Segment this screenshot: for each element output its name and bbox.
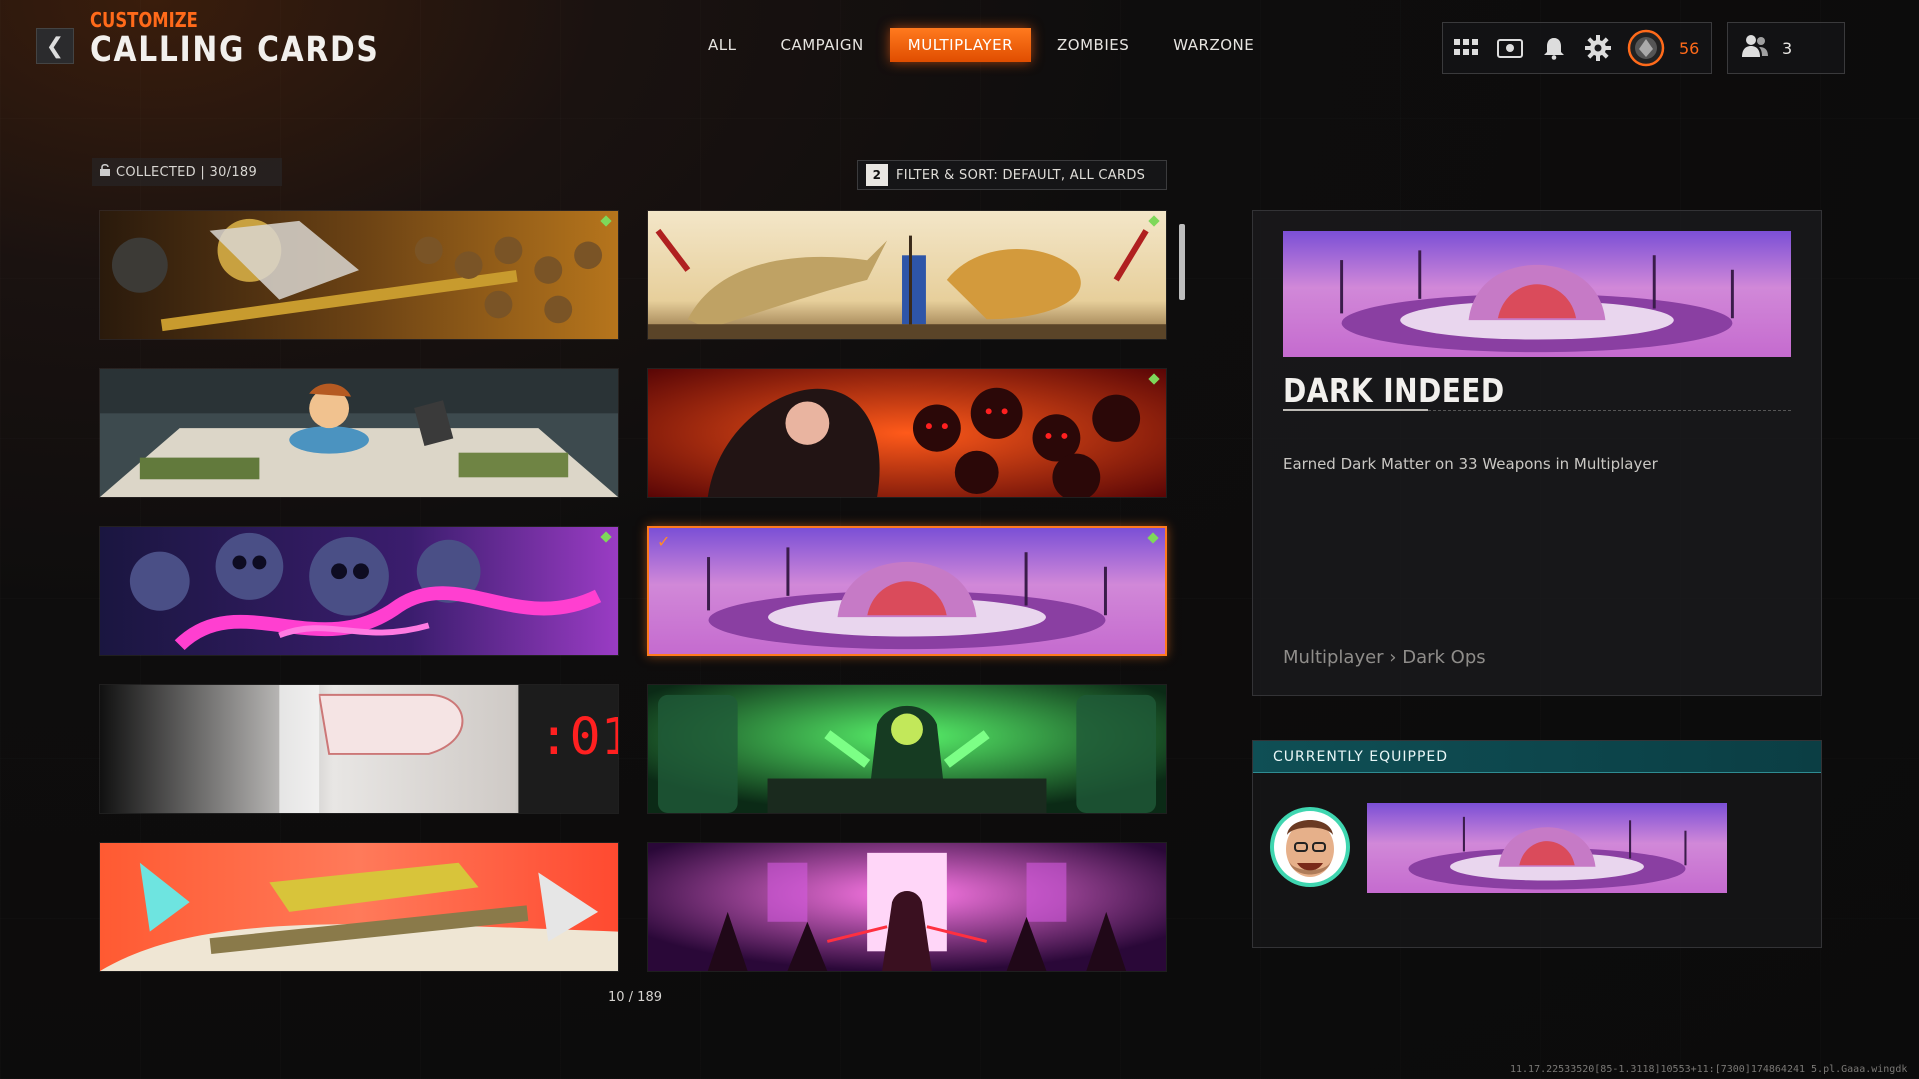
tab-zombies[interactable]: ZOMBIES: [1039, 28, 1147, 62]
lock-icon: [100, 163, 110, 180]
calling-card[interactable]: [647, 684, 1167, 814]
top-icon-bar: 56: [1442, 22, 1712, 74]
calling-card[interactable]: :01: [99, 684, 619, 814]
detail-card-name: DARK INDEED: [1283, 371, 1505, 410]
friends-count: 3: [1782, 38, 1793, 58]
card-art-neon-ninja: [648, 843, 1166, 971]
chevron-left-icon: ❮: [45, 33, 65, 59]
filter-label: FILTER & SORT: DEFAULT, ALL CARDS: [896, 167, 1146, 183]
tab-bar: ALL CAMPAIGN MULTIPLAYER ZOMBIES WARZONE: [690, 28, 1280, 62]
player-level: 56: [1679, 38, 1700, 58]
player-level-icon[interactable]: [1627, 29, 1665, 67]
card-art-green-necromancer: [648, 685, 1166, 813]
calling-card[interactable]: [99, 526, 619, 656]
page-title: CALLING CARDS: [90, 30, 380, 70]
detail-card-art: [1283, 231, 1791, 357]
card-detail-panel: DARK INDEED Earned Dark Matter on 33 Wea…: [1252, 210, 1822, 696]
collected-label: COLLECTED | 30/189: [116, 164, 258, 180]
equipped-check-icon: ✓: [657, 532, 671, 551]
card-art-dark-matter-brain: [649, 528, 1165, 654]
tab-campaign[interactable]: CAMPAIGN: [762, 28, 881, 62]
filter-key-badge: 2: [866, 164, 888, 186]
tab-warzone[interactable]: WARZONE: [1155, 28, 1272, 62]
currently-equipped-panel: CURRENTLY EQUIPPED: [1252, 740, 1822, 948]
back-button[interactable]: ❮: [36, 28, 74, 64]
store-icon[interactable]: [1495, 33, 1525, 63]
collected-counter: COLLECTED | 30/189: [92, 158, 282, 186]
card-art-purple-skulls: [100, 527, 618, 655]
detail-card-path: Multiplayer › Dark Ops: [1283, 647, 1486, 668]
filter-sort-button[interactable]: 2 FILTER & SORT: DEFAULT, ALL CARDS: [857, 160, 1167, 190]
calling-card[interactable]: [99, 842, 619, 972]
detail-card-description: Earned Dark Matter on 33 Weapons in Mult…: [1283, 455, 1658, 473]
calling-card[interactable]: [647, 368, 1167, 498]
calling-card[interactable]: [99, 210, 619, 340]
gear-icon[interactable]: [1583, 33, 1613, 63]
svg-text::01: :01: [538, 707, 618, 767]
equipped-card-art: [1367, 803, 1727, 893]
friends-icon: [1742, 34, 1768, 62]
calling-card[interactable]: [99, 368, 619, 498]
friends-button[interactable]: 3: [1727, 22, 1845, 74]
title-block: CUSTOMIZE CALLING CARDS: [90, 8, 431, 70]
card-art-croc-lion: [648, 211, 1166, 339]
card-art-red-demon: [648, 369, 1166, 497]
title-divider: [1283, 409, 1791, 411]
equipped-card-preview: [1367, 803, 1727, 893]
bell-icon[interactable]: [1539, 33, 1569, 63]
calling-card[interactable]: [647, 842, 1167, 972]
card-art-mech-dragons: [100, 843, 618, 971]
page-count: 10 / 189: [608, 990, 662, 1005]
tab-multiplayer[interactable]: MULTIPLAYER: [889, 28, 1031, 62]
build-version-string: 11.17.22533520[85-1.3118]10553+11:[7300]…: [1510, 1064, 1908, 1075]
card-art-bomb-timer: :01: [100, 685, 618, 813]
card-art-golden-skull: [100, 211, 618, 339]
detail-card-preview: [1283, 231, 1791, 357]
grid-menu-icon[interactable]: [1451, 33, 1481, 63]
card-art-cereal-kid: [100, 369, 618, 497]
tab-all[interactable]: ALL: [690, 28, 754, 62]
calling-card[interactable]: [647, 210, 1167, 340]
equipped-header: CURRENTLY EQUIPPED: [1253, 741, 1821, 773]
page-subtitle: CUSTOMIZE: [90, 8, 198, 32]
player-avatar-icon[interactable]: [1267, 803, 1353, 891]
grid-scrollbar[interactable]: [1179, 224, 1185, 300]
calling-card-selected[interactable]: ✓: [647, 526, 1167, 656]
